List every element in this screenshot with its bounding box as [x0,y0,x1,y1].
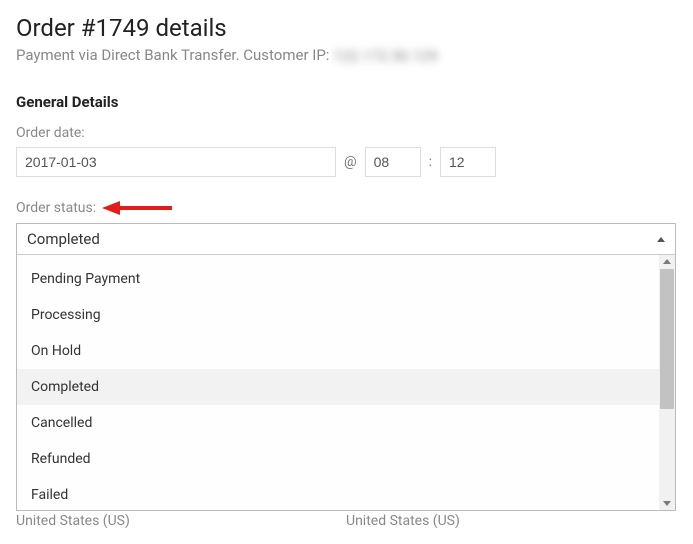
order-status-label: Order status: [16,200,96,216]
footer-country-left: United States (US) [16,513,346,529]
status-option-failed[interactable]: Failed [17,477,659,505]
status-option-cancelled[interactable]: Cancelled [17,405,659,441]
annotation-arrow-icon [102,199,172,217]
order-date-label: Order date: [16,125,677,141]
footer-country-right: United States (US) [346,513,676,529]
status-option-refunded[interactable]: Refunded [17,441,659,477]
order-status-options: Pending Payment Processing On Hold Compl… [17,255,659,505]
caret-up-icon [657,237,665,242]
order-status-selected[interactable]: Completed [17,224,675,254]
payment-method-text: Payment via Direct Bank Transfer. Custom… [16,46,333,64]
customer-ip: 122.172.50.129 [333,47,438,65]
status-option-pending[interactable]: Pending Payment [17,261,659,297]
page-title: Order #1749 details [16,14,677,42]
status-option-processing[interactable]: Processing [17,297,659,333]
status-option-completed[interactable]: Completed [17,369,659,405]
order-status-dropdown: Pending Payment Processing On Hold Compl… [17,254,675,510]
order-hour-input[interactable] [365,147,421,177]
status-option-on-hold[interactable]: On Hold [17,333,659,369]
order-status-select[interactable]: Completed Pending Payment Processing On … [16,223,676,511]
order-status-selected-text: Completed [27,230,100,248]
colon-separator: : [429,154,432,170]
scroll-thumb[interactable] [660,269,674,409]
order-date-input[interactable] [16,147,336,177]
order-date-row: @ : [16,147,677,177]
footer-countries: United States (US) United States (US) [16,513,676,529]
scroll-down-icon[interactable] [663,501,671,506]
scroll-up-icon[interactable] [663,259,671,264]
dropdown-scrollbar[interactable] [659,255,675,510]
order-minute-input[interactable] [440,147,496,177]
general-details-heading: General Details [16,93,677,111]
payment-info-line: Payment via Direct Bank Transfer. Custom… [16,46,677,65]
at-separator: @ [344,154,357,170]
